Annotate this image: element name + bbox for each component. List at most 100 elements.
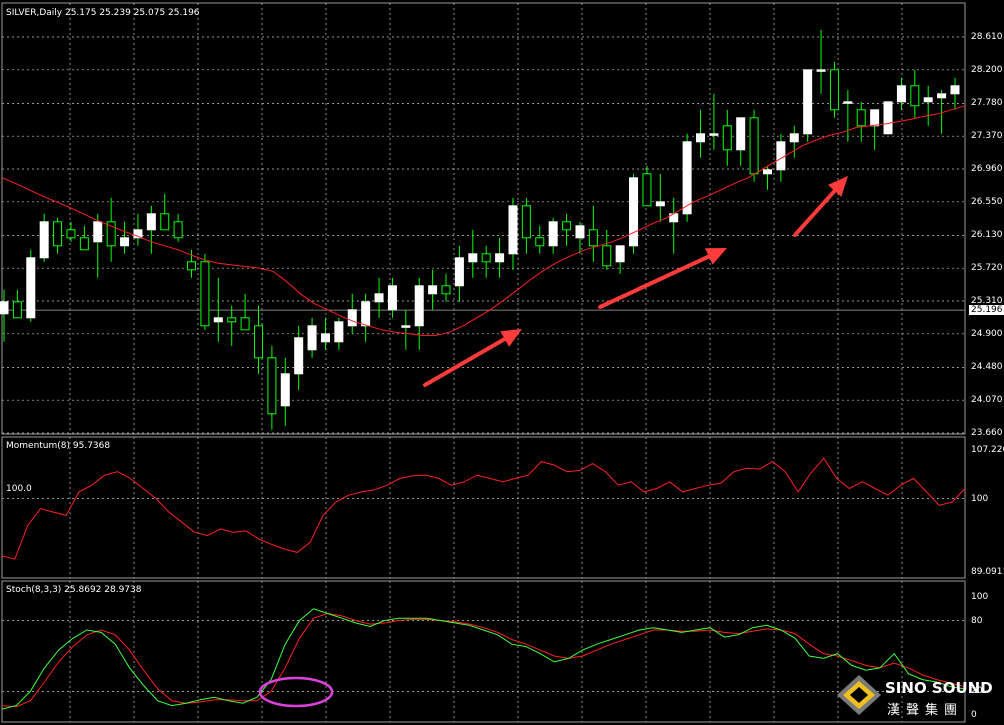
- bull-candle: [280, 373, 290, 407]
- bear-candle: [535, 237, 545, 247]
- logo-subtitle: 漢聲集團: [887, 703, 964, 718]
- price-tick: 26.130: [971, 230, 1003, 241]
- price-tick: 24.480: [971, 362, 1003, 373]
- bull-candle: [655, 201, 665, 207]
- panel-borders: [1, 2, 966, 723]
- price-tick: 25.720: [971, 263, 1003, 274]
- diamond-logo-icon: [837, 675, 881, 715]
- momentum-line: [1, 457, 966, 560]
- bull-candle: [0, 301, 9, 315]
- momentum-tick: 107.226: [971, 445, 1004, 455]
- arrow-3-shaft: [793, 184, 841, 237]
- bull-candle: [454, 257, 464, 287]
- bull-candle: [93, 221, 103, 243]
- grid: [2, 3, 965, 722]
- bull-candle: [146, 213, 156, 231]
- arrow-1-shaft: [423, 333, 512, 387]
- stoch-main-line: [1, 608, 966, 710]
- bull-candle: [937, 93, 947, 99]
- bear-candle: [602, 245, 612, 267]
- bear-candle: [642, 173, 652, 207]
- bull-candle: [26, 257, 36, 319]
- price-tick: 26.550: [971, 196, 1003, 207]
- bear-candle: [66, 229, 76, 239]
- bear-candle: [856, 109, 866, 127]
- bull-candle: [816, 69, 826, 72]
- price-tick: 26.960: [971, 164, 1003, 174]
- bull-candle: [307, 325, 317, 351]
- logo-name: SINO SOUND: [885, 679, 993, 697]
- bull-candle: [682, 141, 692, 215]
- bull-candle: [548, 221, 558, 247]
- price-tick: 24.070: [971, 395, 1003, 406]
- price-tick: 23.660: [971, 428, 1003, 438]
- bull-candle: [213, 317, 223, 323]
- bull-candle: [870, 109, 880, 127]
- bear-candle: [910, 85, 920, 107]
- bear-candle: [253, 325, 263, 359]
- bull-candle: [414, 285, 424, 327]
- momentum-tick: 100: [971, 493, 989, 504]
- bull-candle: [789, 133, 799, 143]
- bull-candle: [843, 101, 853, 104]
- panel-border-2: [1, 436, 966, 579]
- bear-candle: [481, 253, 491, 263]
- bull-candle: [575, 225, 585, 239]
- price-tick: 27.780: [971, 98, 1003, 109]
- momentum-path: [1, 457, 966, 560]
- bear-candle: [722, 125, 732, 151]
- bear-candle: [749, 117, 759, 175]
- bear-candle: [441, 285, 451, 295]
- price-tick: 28.200: [971, 64, 1003, 75]
- bull-candle: [387, 285, 397, 311]
- momentum-title: Momentum(8) 95.7368: [6, 441, 111, 451]
- stoch-title: Stoch(8,3,3) 25.8692 28.9738: [6, 585, 142, 595]
- momentum-level-label: 100.0: [6, 484, 32, 494]
- price-tick: 27.370: [971, 131, 1003, 142]
- bear-candle: [829, 69, 839, 111]
- candles: [0, 29, 960, 430]
- bear-candle: [227, 317, 237, 323]
- price-tick: 28.610: [971, 32, 1003, 42]
- bull-candle: [495, 253, 505, 263]
- bear-candle: [173, 221, 183, 239]
- bear-candle: [79, 237, 89, 251]
- bear-candle: [588, 229, 598, 247]
- bull-candle: [736, 117, 746, 151]
- bear-candle: [53, 221, 63, 247]
- bull-candle: [468, 253, 478, 263]
- momentum-tick: 89.0911: [971, 567, 1004, 577]
- chart-canvas[interactable]: [0, 0, 1004, 725]
- stoch-signal-line: [1, 612, 966, 708]
- stochastic-lines: [1, 608, 966, 710]
- bull-candle: [776, 141, 786, 171]
- bull-candle: [923, 97, 933, 103]
- bull-candle: [709, 133, 719, 136]
- bear-candle: [521, 205, 531, 239]
- bull-candle: [374, 293, 384, 303]
- bull-candle: [950, 85, 960, 95]
- bull-candle: [347, 309, 357, 327]
- bull-candle: [696, 133, 706, 143]
- bear-candle: [200, 261, 210, 327]
- current-price-box: 25.196: [969, 305, 1004, 315]
- bear-candle: [562, 221, 572, 231]
- stoch-tick: 80: [971, 615, 983, 626]
- bull-candle: [334, 321, 344, 343]
- bull-candle: [762, 169, 772, 175]
- bull-candle: [428, 285, 438, 295]
- bear-candle: [267, 357, 277, 415]
- bear-candle: [12, 301, 22, 319]
- bear-candle: [187, 261, 197, 271]
- main-panel-title: SILVER,Daily 25.175 25.239 25.075 25.196: [6, 8, 200, 18]
- bull-candle: [803, 69, 813, 135]
- bull-candle: [294, 337, 304, 375]
- bull-candle: [120, 237, 130, 247]
- bear-candle: [160, 213, 170, 231]
- bull-candle: [615, 245, 625, 263]
- bull-candle: [508, 205, 518, 255]
- panel-border-1: [1, 2, 966, 435]
- bull-candle: [629, 177, 639, 247]
- bull-candle: [896, 85, 906, 103]
- sino-sound-logo: SINO SOUND 漢聲集團: [835, 673, 1000, 719]
